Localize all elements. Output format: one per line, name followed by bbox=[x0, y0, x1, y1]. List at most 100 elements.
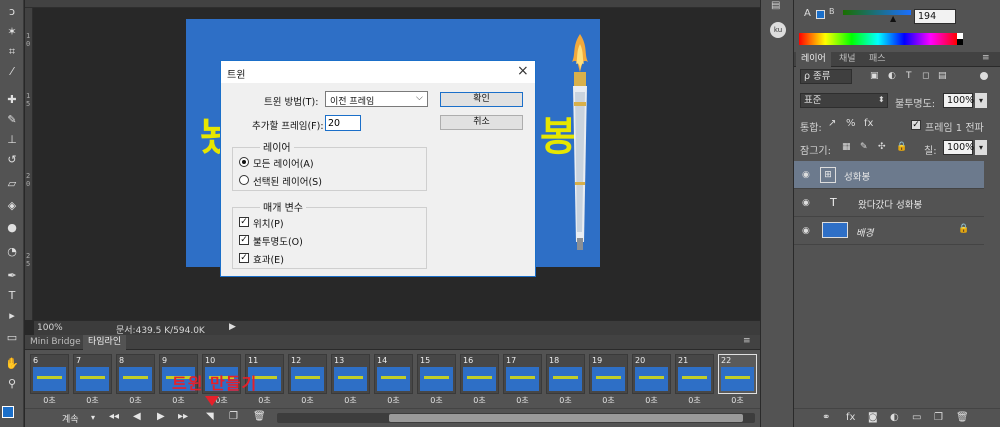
frame-delay-select[interactable]: 0초 bbox=[30, 395, 69, 406]
layer-name[interactable]: 배경 bbox=[856, 225, 873, 239]
frame-delay-select[interactable]: 0초 bbox=[116, 395, 155, 406]
frame-box[interactable]: 18 bbox=[546, 354, 585, 394]
channel-slider[interactable] bbox=[843, 10, 911, 15]
scrollbar-thumb[interactable] bbox=[389, 414, 743, 422]
add-mask-icon[interactable]: ◙ bbox=[868, 412, 878, 423]
lock-all-icon[interactable]: 🔒 bbox=[896, 142, 907, 152]
propagate-frame-checkbox[interactable]: ✓ bbox=[911, 120, 921, 130]
timeline-frame[interactable]: 12 0초 bbox=[288, 354, 327, 408]
new-layer-icon[interactable]: ❐ bbox=[934, 412, 943, 423]
lock-pixels-icon[interactable]: ✎ bbox=[860, 142, 868, 152]
unify-visibility-icon[interactable]: % bbox=[846, 118, 856, 129]
position-checkbox[interactable]: ✓ bbox=[239, 217, 249, 227]
filter-type-icon[interactable]: T bbox=[906, 71, 912, 81]
frame-delay-select[interactable]: 0초 bbox=[460, 395, 499, 406]
first-frame-icon[interactable]: ◂◂ bbox=[109, 411, 119, 422]
frame-delay-select[interactable]: 0초 bbox=[546, 395, 585, 406]
timeline-frame[interactable]: 18 0초 bbox=[546, 354, 585, 408]
slider-handle-icon[interactable]: ▲ bbox=[890, 14, 896, 23]
timeline-frame[interactable]: 6 0초 bbox=[30, 354, 69, 408]
pen-icon[interactable]: ✒ bbox=[3, 268, 21, 284]
cancel-button[interactable]: 취소 bbox=[440, 115, 523, 130]
tab-channels[interactable]: 채널 bbox=[834, 52, 861, 67]
frame-delay-select[interactable]: 0초 bbox=[417, 395, 456, 406]
frame-box[interactable]: 16 bbox=[460, 354, 499, 394]
crop-icon[interactable]: ⌗ bbox=[3, 44, 21, 60]
timeline-frame[interactable]: 19 0초 bbox=[589, 354, 628, 408]
next-frame-icon[interactable]: ▸▸ bbox=[178, 411, 188, 422]
blur-icon[interactable]: ● bbox=[3, 220, 21, 236]
frame-box[interactable]: 21 bbox=[675, 354, 714, 394]
tab-timeline[interactable]: 타임라인 bbox=[83, 335, 127, 350]
timeline-frame[interactable]: 7 0초 bbox=[73, 354, 112, 408]
eraser-icon[interactable]: ▱ bbox=[3, 176, 21, 192]
lock-position-icon[interactable]: ✣ bbox=[878, 142, 886, 152]
black-swatch[interactable] bbox=[957, 39, 963, 45]
link-layers-icon[interactable]: ⚭ bbox=[822, 412, 830, 423]
foreground-color-swatch[interactable] bbox=[2, 406, 14, 418]
all-layers-radio[interactable] bbox=[239, 157, 249, 167]
frame-box[interactable]: 17 bbox=[503, 354, 542, 394]
tween-method-select[interactable]: 이전 프레임 ⌵ bbox=[325, 91, 428, 107]
loop-chevron-icon[interactable]: ▾ bbox=[91, 413, 95, 422]
delete-layer-icon[interactable]: 🗑 bbox=[956, 412, 969, 423]
filter-smart-icon[interactable]: ▤ bbox=[938, 71, 947, 81]
blend-mode-chevron-icon[interactable]: ⬍ bbox=[878, 95, 885, 104]
filter-shape-icon[interactable]: ◻ bbox=[922, 71, 929, 81]
visibility-eye-icon[interactable]: ◉ bbox=[802, 170, 812, 180]
blend-mode-select[interactable]: 표준 bbox=[800, 93, 888, 108]
layers-menu-icon[interactable]: ≡ bbox=[982, 53, 990, 63]
healing-brush-icon[interactable]: ✚ bbox=[3, 92, 21, 108]
play-icon[interactable]: ▶ bbox=[157, 411, 165, 422]
fill-input[interactable]: 100% bbox=[943, 140, 974, 155]
timeline-frame[interactable]: 16 0초 bbox=[460, 354, 499, 408]
new-group-icon[interactable]: ▭ bbox=[912, 412, 921, 423]
timeline-frame[interactable]: 17 0초 bbox=[503, 354, 542, 408]
frame-delay-select[interactable]: 0초 bbox=[589, 395, 628, 406]
panel-menu-icon[interactable]: ≡ bbox=[743, 336, 751, 346]
color-swatch[interactable] bbox=[816, 10, 825, 19]
frame-delay-select[interactable]: 0초 bbox=[288, 395, 327, 406]
frame-box[interactable]: 7 bbox=[73, 354, 112, 394]
filter-toggle[interactable] bbox=[980, 72, 988, 80]
frame-box[interactable]: 14 bbox=[374, 354, 413, 394]
frame-delay-select[interactable]: 0초 bbox=[331, 395, 370, 406]
layer-row[interactable]: ◉ T 왔다갔다 성화봉 bbox=[794, 189, 984, 217]
dodge-icon[interactable]: ◔ bbox=[3, 244, 21, 260]
timeline-frame[interactable]: 15 0초 bbox=[417, 354, 456, 408]
magic-wand-icon[interactable]: ✶ bbox=[3, 24, 21, 40]
opacity-checkbox[interactable]: ✓ bbox=[239, 235, 249, 245]
tab-layers[interactable]: 레이어 bbox=[796, 52, 831, 67]
frame-delay-select[interactable]: 0초 bbox=[632, 395, 671, 406]
layer-row[interactable]: ◉ 배경 🔒 bbox=[794, 217, 984, 245]
brush-icon[interactable]: ✎ bbox=[3, 112, 21, 128]
frame-delay-select[interactable]: 0초 bbox=[374, 395, 413, 406]
timeline-frame[interactable]: 20 0초 bbox=[632, 354, 671, 408]
timeline-frame[interactable]: 14 0초 bbox=[374, 354, 413, 408]
unify-position-icon[interactable]: ↗ bbox=[828, 118, 836, 129]
opacity-chevron-icon[interactable]: ▾ bbox=[975, 93, 987, 108]
tween-icon[interactable]: ◥ bbox=[206, 411, 214, 422]
kuler-icon[interactable]: ku bbox=[770, 22, 786, 38]
ok-button[interactable]: 확인 bbox=[440, 92, 523, 107]
paint-bucket-icon[interactable]: ◈ bbox=[3, 198, 21, 214]
fill-chevron-icon[interactable]: ▾ bbox=[975, 140, 987, 155]
layer-filter-select[interactable]: ρ 종류 bbox=[800, 69, 852, 84]
delete-frame-icon[interactable]: 🗑 bbox=[253, 411, 266, 422]
layer-style-icon[interactable]: fx bbox=[846, 412, 855, 423]
frame-box[interactable]: 8 bbox=[116, 354, 155, 394]
adjustment-layer-icon[interactable]: ◐ bbox=[890, 412, 899, 423]
frame-box[interactable]: 22 bbox=[718, 354, 757, 394]
frame-box[interactable]: 12 bbox=[288, 354, 327, 394]
clone-stamp-icon[interactable]: ⊥ bbox=[3, 132, 21, 148]
hand-icon[interactable]: ✋ bbox=[3, 356, 21, 372]
previous-frame-icon[interactable]: ◀ bbox=[133, 411, 141, 422]
rectangle-icon[interactable]: ▭ bbox=[3, 330, 21, 346]
loop-select[interactable]: 계속 bbox=[62, 412, 79, 425]
frame-box[interactable]: 6 bbox=[30, 354, 69, 394]
visibility-eye-icon[interactable]: ◉ bbox=[802, 198, 812, 208]
lasso-icon[interactable]: ↄ bbox=[3, 4, 21, 20]
frame-box[interactable]: 19 bbox=[589, 354, 628, 394]
timeline-frame[interactable]: 8 0초 bbox=[116, 354, 155, 408]
color-spectrum[interactable] bbox=[799, 33, 957, 45]
